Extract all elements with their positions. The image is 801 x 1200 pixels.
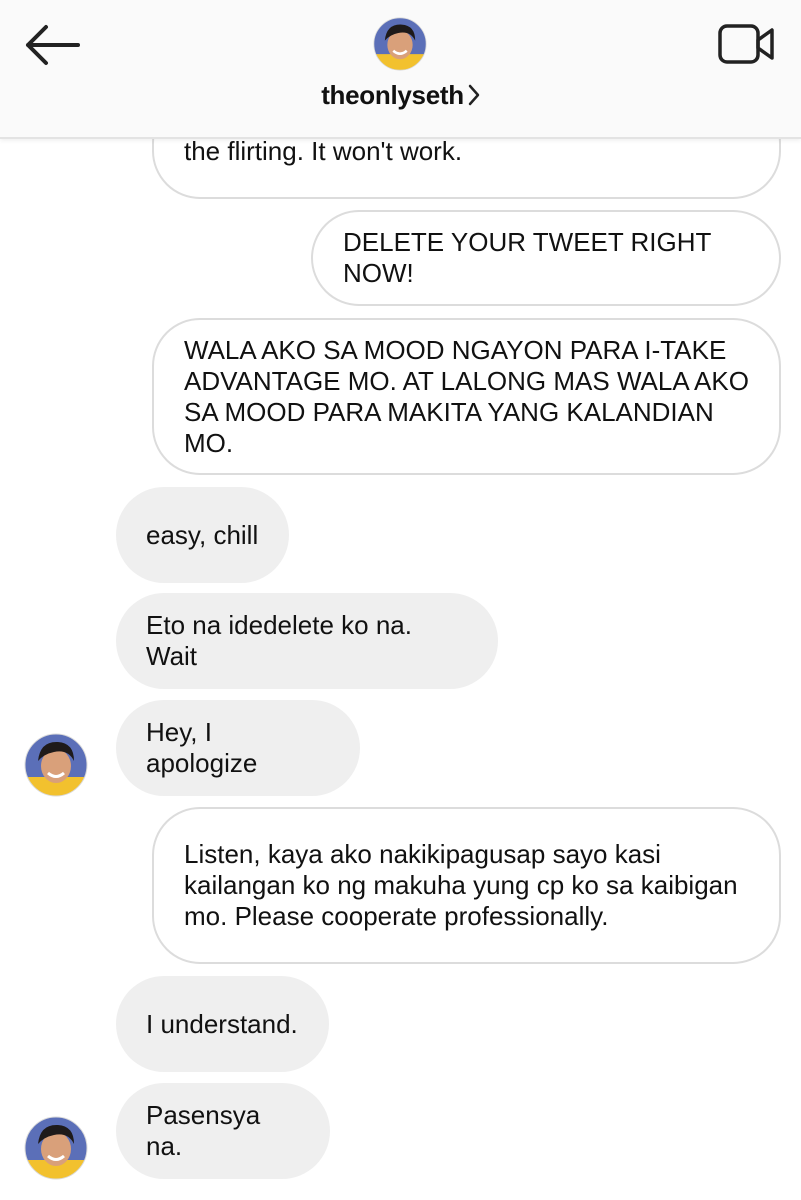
header-username: theonlyseth [321, 80, 464, 110]
message-text: WALA AKO SA MOOD NGAYON PARA I-TAKE ADVA… [184, 334, 749, 458]
video-call-button[interactable] [716, 18, 778, 70]
message-bubble-outgoing[interactable]: DELETE YOUR TWEET RIGHT NOW! [311, 210, 781, 306]
message-bubble-incoming[interactable]: I understand. [116, 976, 329, 1072]
sender-avatar[interactable] [24, 733, 88, 797]
header-avatar[interactable] [373, 17, 427, 71]
message-text: Hey, I apologize [146, 717, 258, 778]
message-bubble-incoming[interactable]: Pasensya na. [116, 1083, 330, 1179]
chat-header: theonlyseth [0, 0, 801, 139]
message-text: Pasensya na. [146, 1100, 261, 1161]
message-bubble-incoming[interactable]: easy, chill [116, 487, 289, 583]
message-text: Eto na idedelete ko na. Wait [146, 610, 412, 671]
message-text: easy, chill [146, 519, 259, 550]
back-arrow-icon [26, 25, 80, 65]
back-button[interactable] [22, 20, 82, 70]
message-text: I understand. [146, 1008, 298, 1039]
username-link[interactable]: theonlyseth [0, 80, 801, 113]
chevron-right-icon [468, 82, 480, 113]
message-text: DELETE YOUR TWEET RIGHT NOW! [343, 227, 711, 288]
sender-avatar[interactable] [24, 1116, 88, 1180]
message-bubble-incoming[interactable]: Eto na idedelete ko na. Wait [116, 593, 498, 689]
message-bubble-outgoing[interactable]: Listen, kaya ako nakikipagusap sayo kasi… [152, 807, 781, 964]
message-text: the flirting. It won't work. [184, 136, 463, 166]
video-call-icon [718, 24, 774, 64]
message-bubble-outgoing[interactable]: WALA AKO SA MOOD NGAYON PARA I-TAKE ADVA… [152, 318, 781, 475]
message-text: Listen, kaya ako nakikipagusap sayo kasi… [184, 839, 738, 931]
message-bubble-incoming[interactable]: Hey, I apologize [116, 700, 360, 796]
